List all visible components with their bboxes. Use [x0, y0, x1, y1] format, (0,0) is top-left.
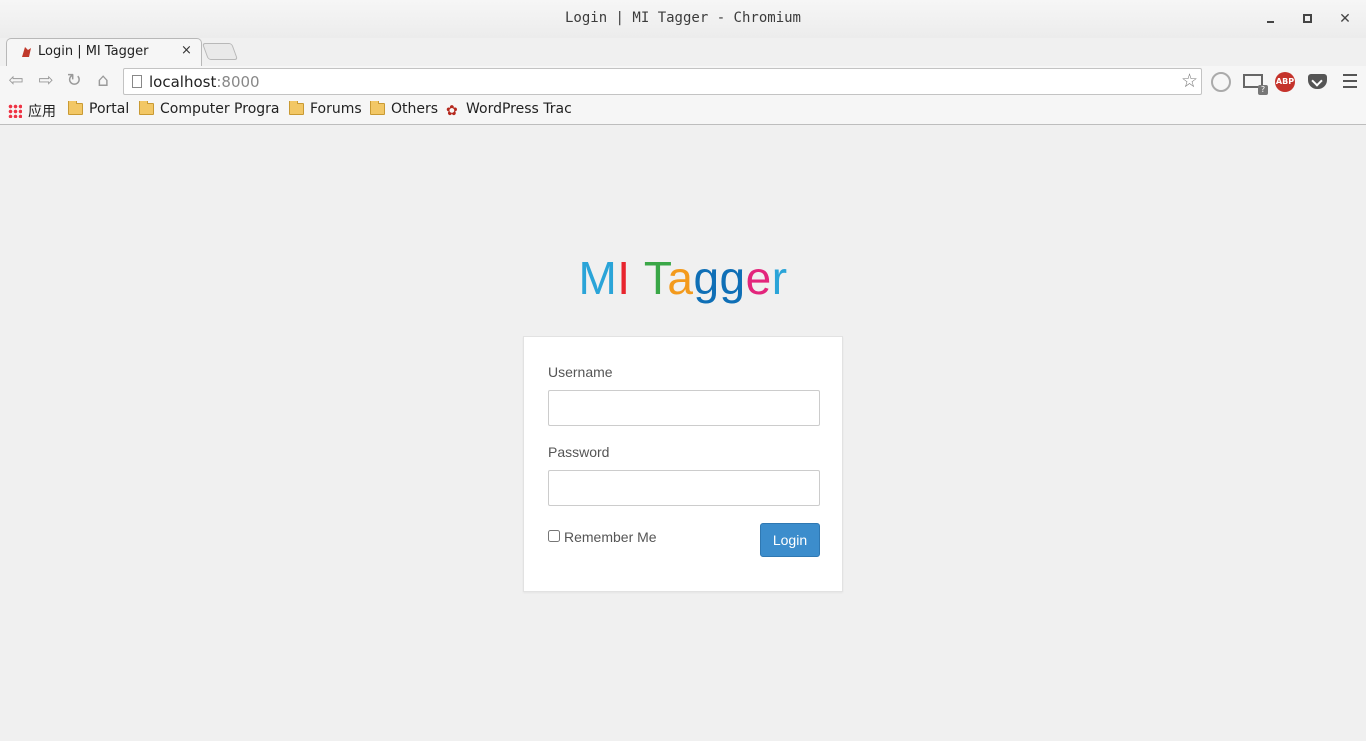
- browser-toolbar: ⇦ ⇨ ↻ ⌂ localhost:8000 ☆ ABP: [0, 66, 1366, 96]
- bookmark-star-icon[interactable]: ☆: [1181, 70, 1198, 92]
- bookmark-label: 应用: [28, 104, 56, 119]
- browser-tab[interactable]: Login | MI Tagger ×: [6, 38, 202, 66]
- logo-letter: g: [719, 252, 746, 304]
- page-icon: [132, 75, 142, 88]
- logo-letter: r: [771, 252, 788, 304]
- url-host: localhost: [149, 73, 217, 91]
- window-title: Login | MI Tagger - Chromium: [564, 10, 801, 26]
- logo-letter: e: [745, 252, 772, 304]
- favicon-icon: [22, 47, 31, 57]
- mail-checker-icon[interactable]: [1243, 74, 1268, 95]
- app-logo: MI Tagger: [0, 251, 1366, 305]
- page-content: MI Tagger Username Password Remember Me …: [0, 125, 1366, 741]
- address-bar[interactable]: localhost:8000 ☆: [123, 68, 1202, 95]
- password-input[interactable]: [548, 470, 820, 506]
- sync-extension-icon[interactable]: [1211, 72, 1231, 92]
- bookmark-apps[interactable]: 应用: [8, 101, 56, 119]
- paw-icon: ✿: [446, 103, 458, 119]
- bookmarks-bar: 应用 Portal Computer Program Forums Others…: [0, 96, 1366, 125]
- adblock-plus-icon[interactable]: ABP: [1275, 72, 1295, 92]
- bookmark-label: Portal: [89, 101, 130, 117]
- remember-me[interactable]: Remember Me: [548, 529, 657, 545]
- login-form: Username Password Remember Me Login: [523, 336, 843, 592]
- remember-me-label: Remember Me: [564, 529, 657, 545]
- username-label: Username: [548, 364, 613, 380]
- tab-close-icon[interactable]: ×: [181, 43, 192, 58]
- password-label: Password: [548, 444, 610, 460]
- back-icon[interactable]: ⇦: [5, 70, 27, 92]
- bookmark-label: Forums: [310, 101, 362, 117]
- url-port: :8000: [216, 73, 260, 91]
- bookmark-label: WordPress Trac: [466, 101, 572, 117]
- close-window-icon[interactable]: ✕: [1336, 10, 1354, 28]
- logo-letter: T: [643, 252, 668, 304]
- bookmark-computer-program[interactable]: Computer Program: [139, 101, 279, 119]
- url-text[interactable]: localhost:8000: [149, 73, 260, 91]
- window-titlebar: Login | MI Tagger - Chromium ✕: [0, 0, 1366, 38]
- username-input[interactable]: [548, 390, 820, 426]
- logo-letter: g: [693, 252, 720, 304]
- logo-letter: a: [667, 252, 694, 304]
- bookmark-others[interactable]: Others: [370, 101, 438, 119]
- folder-icon: [68, 101, 83, 115]
- logo-letter: M: [578, 252, 618, 304]
- folder-icon: [139, 101, 154, 115]
- login-button[interactable]: Login: [760, 523, 820, 557]
- logo-letter: [631, 252, 644, 304]
- folder-icon: [289, 101, 304, 115]
- menu-icon[interactable]: [1343, 74, 1357, 88]
- bookmark-portal[interactable]: Portal: [68, 101, 129, 119]
- pocket-icon[interactable]: [1308, 74, 1327, 89]
- bookmark-wordpress-trac[interactable]: ✿ WordPress Trac: [446, 101, 572, 119]
- bookmark-label: Computer Program: [160, 101, 279, 117]
- forward-icon[interactable]: ⇨: [35, 70, 57, 92]
- apps-icon: [8, 104, 22, 118]
- bookmark-label: Others: [391, 101, 439, 117]
- home-icon[interactable]: ⌂: [92, 70, 114, 92]
- new-tab-button[interactable]: [201, 43, 239, 60]
- bookmark-forums[interactable]: Forums: [289, 101, 362, 119]
- reload-icon[interactable]: ↻: [63, 70, 85, 92]
- maximize-icon[interactable]: [1299, 10, 1317, 28]
- logo-letter: I: [617, 252, 631, 304]
- remember-me-checkbox[interactable]: [548, 530, 560, 542]
- minimize-icon[interactable]: [1262, 10, 1280, 28]
- tab-label: Login | MI Tagger: [38, 44, 149, 59]
- folder-icon: [370, 101, 385, 115]
